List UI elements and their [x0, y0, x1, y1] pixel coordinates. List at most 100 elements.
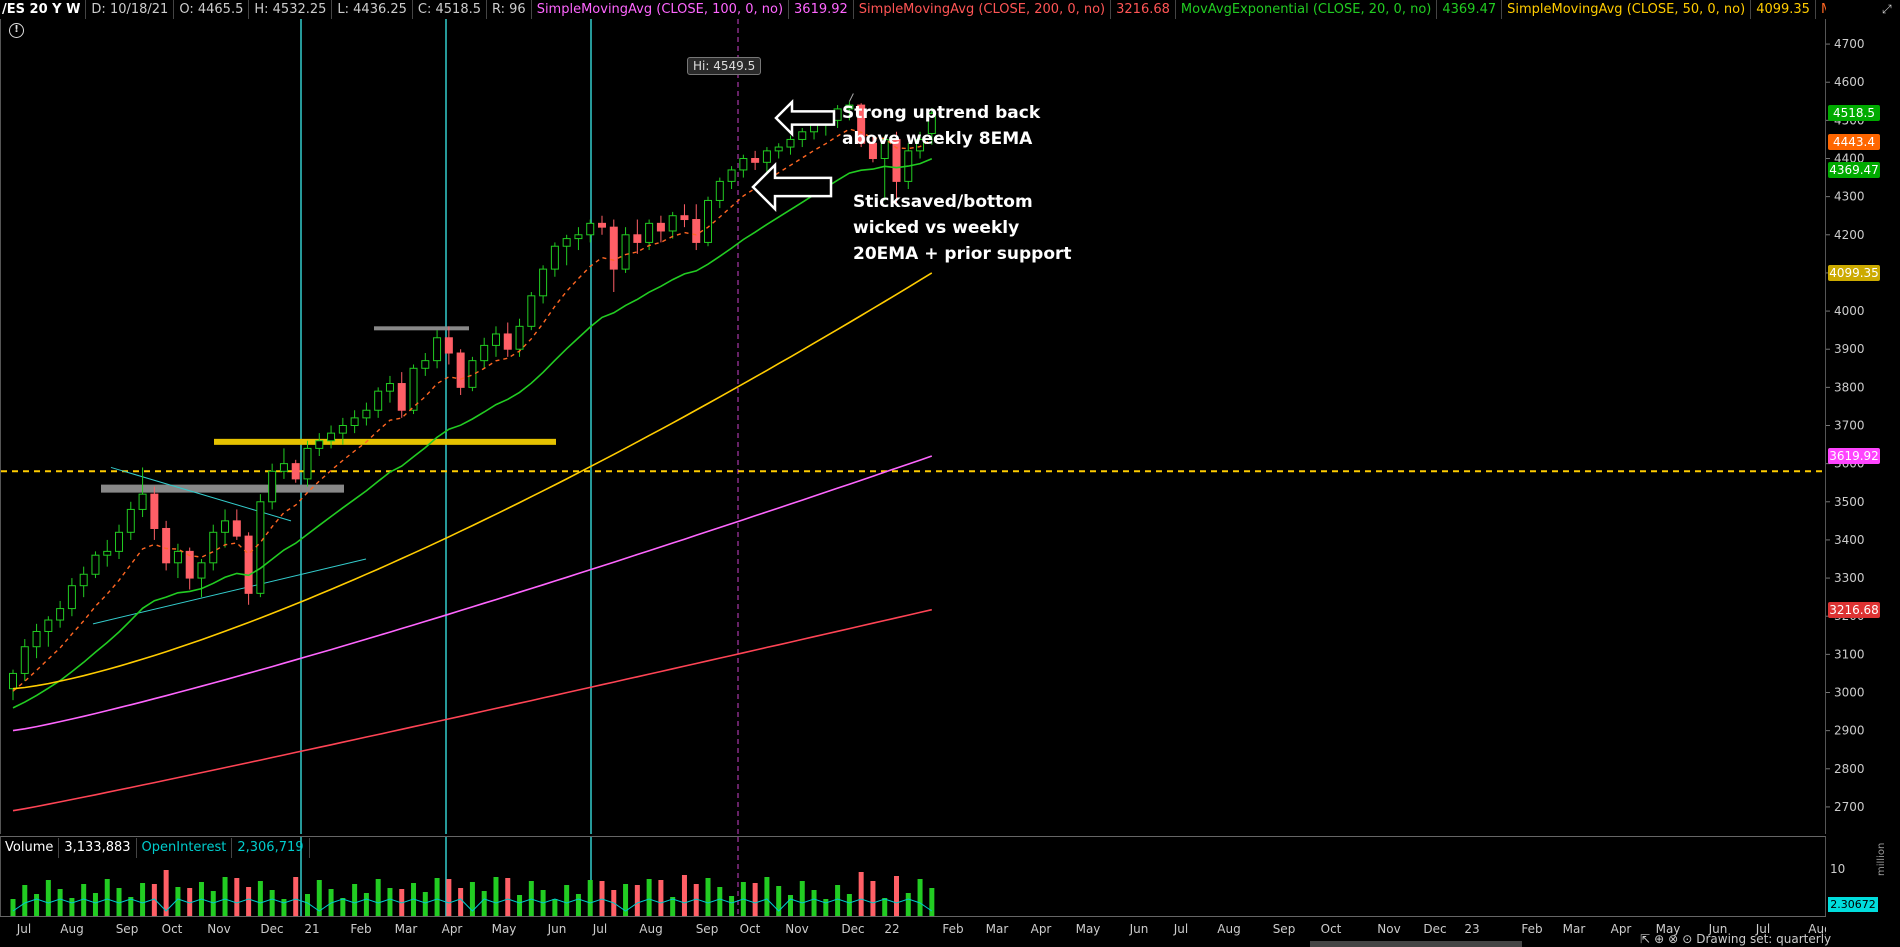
- x-tick-label: May: [492, 922, 517, 936]
- y-tick-label: 4300: [1834, 190, 1865, 204]
- study-value: 3216.68: [1111, 0, 1176, 19]
- volume-axis: 10 million 2.30672: [1826, 836, 1900, 916]
- x-tick-label: Aug: [639, 922, 662, 936]
- x-tick-label: Dec: [841, 922, 864, 936]
- candle-body: [527, 295, 536, 327]
- volume-bar: [870, 881, 876, 917]
- support-zone-yellow: [214, 438, 556, 445]
- volume-bar: [929, 888, 935, 917]
- volume-bar: [481, 891, 487, 917]
- candle-body: [79, 573, 88, 587]
- date-readout: D: 10/18/21: [86, 0, 175, 19]
- symbol-label[interactable]: /ES 20 Y W: [0, 0, 87, 19]
- candle-body: [362, 409, 371, 419]
- volume-bar: [257, 881, 263, 917]
- volume-bar: [811, 890, 817, 917]
- oi-label[interactable]: OpenInterest: [137, 838, 233, 858]
- high-readout: H: 4532.25: [249, 0, 333, 19]
- x-tick-label: Mar: [1563, 922, 1586, 936]
- candle-body: [221, 520, 230, 533]
- volume-bar: [493, 877, 499, 917]
- candle-body: [44, 619, 53, 632]
- volume-tag: 2.30672: [1828, 897, 1878, 912]
- y-tick-label: 2700: [1834, 800, 1865, 814]
- x-tick-label: Nov: [1377, 922, 1400, 936]
- volume-bar: [281, 899, 287, 917]
- candle-body: [491, 333, 500, 346]
- study-label[interactable]: SimpleMovingAvg (CLOSE, 50, 0, no): [1502, 0, 1752, 19]
- crosshair-icon[interactable]: ⊗: [1668, 932, 1678, 946]
- horizontal-scrollbar: [1310, 941, 1522, 947]
- candle-body: [327, 432, 336, 442]
- candle-body: [456, 352, 465, 388]
- price-tag: 4099.35: [1828, 265, 1880, 282]
- chart-settings-icon[interactable]: ⤢: [1882, 2, 1898, 16]
- x-tick-label: Jun: [1129, 922, 1149, 936]
- ema-20-line: [12, 158, 933, 709]
- y-tick-label: 2800: [1834, 762, 1865, 776]
- volume-header: Volume 3,133,883 OpenInterest 2,306,719: [0, 838, 310, 858]
- candle-body: [150, 493, 159, 529]
- y-tick-label: 3700: [1834, 419, 1865, 433]
- cursor-icon[interactable]: ⇱: [1640, 932, 1650, 946]
- volume-bar: [729, 896, 735, 917]
- volume-label[interactable]: Volume: [0, 838, 60, 858]
- study-value: 4099.35: [1751, 0, 1816, 19]
- time-axis[interactable]: Jul Aug Sep Oct Nov Dec 21 Feb Mar Apr May Jun Jul Au…: [0, 916, 1832, 947]
- candle-body: [397, 383, 406, 411]
- study-label[interactable]: SimpleMovingAvg (CLOSE, 200, 0, no): [854, 0, 1112, 19]
- candle-body: [126, 508, 135, 533]
- volume-bar: [434, 878, 440, 917]
- volume-bar: [564, 885, 570, 917]
- candle-body: [32, 630, 41, 648]
- volume-bar: [210, 891, 216, 917]
- candle-body: [433, 337, 442, 362]
- study-value: 4369.47: [1437, 0, 1503, 19]
- study-label[interactable]: MovAvgExponential (CLOSE, 20, 0, no): [1176, 0, 1438, 19]
- volume-bar: [57, 889, 63, 917]
- volume-bar: [846, 894, 852, 917]
- price-tag: 3619.92: [1828, 448, 1880, 465]
- magnify-icon[interactable]: ⊙: [1682, 932, 1692, 946]
- candle-body: [598, 222, 606, 228]
- high-marker-label: Hi: 4549.5: [687, 57, 762, 75]
- candle-body: [20, 646, 29, 674]
- volume-bar: [140, 883, 146, 917]
- volume-bar: [505, 878, 511, 917]
- x-tick-label: Aug: [60, 922, 83, 936]
- volume-bar: [517, 895, 523, 917]
- candle-body: [562, 238, 571, 247]
- candle-body: [56, 608, 65, 621]
- volume-bar: [752, 883, 758, 917]
- info-icon[interactable]: !: [9, 23, 24, 38]
- x-tick-label: Mar: [986, 922, 1009, 936]
- drawing-set-label[interactable]: Drawing set: quarterly: [1696, 932, 1831, 946]
- volume-bar: [22, 885, 28, 917]
- volume-bar: [69, 898, 75, 917]
- volume-bar: [776, 886, 782, 917]
- x-tick-label: Feb: [350, 922, 371, 936]
- x-tick-label: Sep: [1273, 922, 1296, 936]
- arrow-uptrend: [774, 98, 836, 138]
- y-tick-label: 3300: [1834, 571, 1865, 585]
- volume-bar: [234, 878, 240, 917]
- study-label[interactable]: MovAvgExponential (CLOSE, 8, 0, no): [1816, 0, 1826, 19]
- volume-bar: [269, 890, 275, 917]
- candle-body: [656, 222, 665, 232]
- volume-bar: [352, 884, 358, 917]
- candle-body: [739, 158, 748, 171]
- y-tick-label: 2900: [1834, 724, 1865, 738]
- zoom-icon[interactable]: ⊕: [1654, 932, 1664, 946]
- x-tick-label: 23: [1464, 922, 1479, 936]
- x-tick-label: Nov: [785, 922, 808, 936]
- volume-bar: [363, 893, 369, 917]
- x-tick-label: Jul: [592, 922, 607, 936]
- study-label[interactable]: SimpleMovingAvg (CLOSE, 100, 0, no): [532, 0, 790, 19]
- volume-bar: [45, 880, 51, 917]
- volume-bar: [305, 894, 310, 917]
- open-readout: O: 4465.5: [174, 0, 250, 19]
- volume-bar: [375, 879, 381, 917]
- x-tick-label: Apr: [1031, 922, 1052, 936]
- volume-bar: [705, 878, 711, 917]
- y-tick-label: 3900: [1834, 342, 1865, 356]
